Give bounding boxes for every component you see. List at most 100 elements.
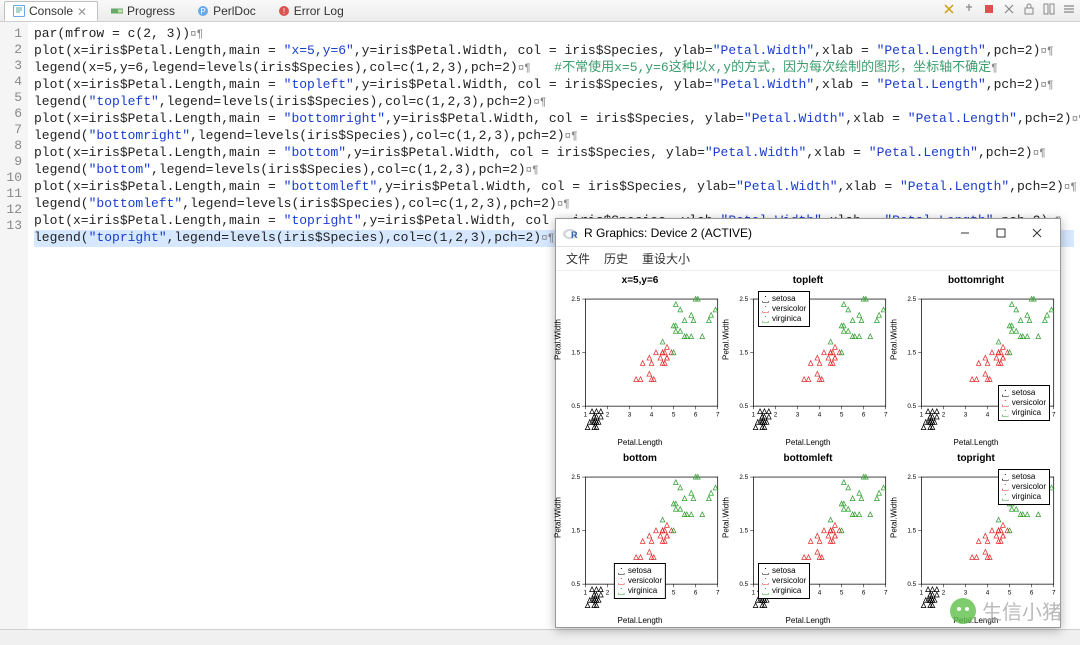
svg-text:2.5: 2.5 xyxy=(907,296,916,303)
svg-text:1: 1 xyxy=(920,412,924,419)
svg-text:1.5: 1.5 xyxy=(571,528,580,535)
r-window-titlebar[interactable]: R R Graphics: Device 2 (ACTIVE) xyxy=(556,219,1060,247)
plot-legend: setosaversicolorvirginica xyxy=(758,563,810,599)
svg-text:4: 4 xyxy=(986,412,990,419)
tab-console-label: Console xyxy=(29,4,73,18)
menu-history[interactable]: 历史 xyxy=(604,250,628,267)
svg-text:2: 2 xyxy=(942,412,946,419)
svg-text:7: 7 xyxy=(884,412,888,419)
svg-text:7: 7 xyxy=(884,590,888,597)
plot-1: topleft12345670.51.52.5Petal.LengthPetal… xyxy=(724,271,892,449)
svg-text:4: 4 xyxy=(818,412,822,419)
r-window-menu: 文件 历史 重设大小 xyxy=(556,247,1060,271)
menu-file[interactable]: 文件 xyxy=(566,250,590,267)
watermark: 生信小猪 xyxy=(950,596,1062,625)
svg-text:5: 5 xyxy=(840,590,844,597)
plot-xlabel: Petal.Length xyxy=(892,438,1060,447)
svg-text:0.5: 0.5 xyxy=(739,403,748,410)
plot-legend: setosaversicolorvirginica xyxy=(998,385,1050,421)
close-x-icon[interactable] xyxy=(942,2,956,16)
svg-text:3: 3 xyxy=(796,412,800,419)
plot-title: bottom xyxy=(556,449,724,464)
plot-ylabel: Petal.Width xyxy=(890,319,899,360)
plot-xlabel: Petal.Length xyxy=(556,438,724,447)
plot-2: bottomright12345670.51.52.5Petal.LengthP… xyxy=(892,271,1060,449)
svg-text:6: 6 xyxy=(862,590,866,597)
clear-icon[interactable] xyxy=(1002,2,1016,16)
svg-text:3: 3 xyxy=(628,412,632,419)
svg-text:!: ! xyxy=(283,7,285,16)
errorlog-icon: ! xyxy=(278,5,290,17)
lock-icon[interactable] xyxy=(1022,2,1036,16)
plot-ylabel: Petal.Width xyxy=(722,497,731,538)
plot-grid: x=5,y=612345670.51.52.5Petal.LengthPetal… xyxy=(556,271,1060,627)
svg-text:5: 5 xyxy=(672,412,676,419)
svg-text:1.5: 1.5 xyxy=(739,350,748,357)
plot-title: bottomleft xyxy=(724,449,892,464)
svg-text:3: 3 xyxy=(964,412,968,419)
svg-text:0.5: 0.5 xyxy=(571,581,580,588)
status-bar xyxy=(0,629,1080,645)
tab-progress[interactable]: Progress xyxy=(102,1,184,21)
watermark-text: 生信小猪 xyxy=(982,596,1062,625)
svg-text:7: 7 xyxy=(716,412,720,419)
svg-text:2: 2 xyxy=(606,412,610,419)
perldoc-icon: P xyxy=(197,5,209,17)
line-gutter: 12345678910111213 xyxy=(0,22,28,629)
svg-text:6: 6 xyxy=(694,412,698,419)
svg-text:1: 1 xyxy=(584,590,588,597)
svg-text:P: P xyxy=(200,7,205,16)
plot-3: bottom12345670.51.52.5Petal.LengthPetal.… xyxy=(556,449,724,627)
svg-text:2: 2 xyxy=(942,590,946,597)
split-icon[interactable] xyxy=(1042,2,1056,16)
tab-perldoc[interactable]: P PerlDoc xyxy=(188,1,265,21)
tab-progress-label: Progress xyxy=(127,4,175,18)
svg-text:0.5: 0.5 xyxy=(907,581,916,588)
view-tabs: Console ✕ Progress P PerlDoc ! Error Log xyxy=(0,0,1080,22)
plot-ylabel: Petal.Width xyxy=(554,497,563,538)
svg-text:1.5: 1.5 xyxy=(739,528,748,535)
svg-text:1: 1 xyxy=(584,412,588,419)
close-icon[interactable]: ✕ xyxy=(77,5,89,17)
toolbar-right xyxy=(942,2,1076,16)
r-logo-icon: R xyxy=(562,225,578,241)
menu-resize[interactable]: 重设大小 xyxy=(642,250,690,267)
plot-xlabel: Petal.Length xyxy=(724,438,892,447)
plot-0: x=5,y=612345670.51.52.5Petal.LengthPetal… xyxy=(556,271,724,449)
svg-text:5: 5 xyxy=(840,412,844,419)
tab-errorlog-label: Error Log xyxy=(294,4,344,18)
svg-text:2.5: 2.5 xyxy=(907,474,916,481)
tab-errorlog[interactable]: ! Error Log xyxy=(269,1,353,21)
svg-text:1: 1 xyxy=(920,590,924,597)
wechat-icon xyxy=(950,598,976,624)
stop-icon[interactable] xyxy=(982,2,996,16)
minimize-button[interactable] xyxy=(948,222,982,244)
plot-legend: setosaversicolorvirginica xyxy=(998,469,1050,505)
svg-text:1.5: 1.5 xyxy=(571,350,580,357)
close-button[interactable] xyxy=(1020,222,1054,244)
plot-ylabel: Petal.Width xyxy=(722,319,731,360)
svg-text:4: 4 xyxy=(650,412,654,419)
plot-ylabel: Petal.Width xyxy=(890,497,899,538)
plot-legend: setosaversicolorvirginica xyxy=(614,563,666,599)
pin-icon[interactable] xyxy=(962,2,976,16)
r-graphics-window[interactable]: R R Graphics: Device 2 (ACTIVE) 文件 历史 重设… xyxy=(555,218,1061,628)
progress-icon xyxy=(111,5,123,17)
plot-legend: setosaversicolorvirginica xyxy=(758,291,810,327)
svg-text:2.5: 2.5 xyxy=(739,296,748,303)
svg-text:1: 1 xyxy=(752,590,756,597)
svg-text:2.5: 2.5 xyxy=(739,474,748,481)
plot-title: topright xyxy=(892,449,1060,464)
svg-text:2: 2 xyxy=(606,590,610,597)
svg-text:1: 1 xyxy=(752,412,756,419)
svg-text:0.5: 0.5 xyxy=(571,403,580,410)
svg-text:5: 5 xyxy=(672,590,676,597)
tab-console[interactable]: Console ✕ xyxy=(4,1,98,21)
svg-text:6: 6 xyxy=(862,412,866,419)
maximize-button[interactable] xyxy=(984,222,1018,244)
svg-text:2.5: 2.5 xyxy=(571,474,580,481)
svg-text:4: 4 xyxy=(818,590,822,597)
svg-text:2.5: 2.5 xyxy=(571,296,580,303)
menu-icon[interactable] xyxy=(1062,2,1076,16)
svg-text:6: 6 xyxy=(694,590,698,597)
